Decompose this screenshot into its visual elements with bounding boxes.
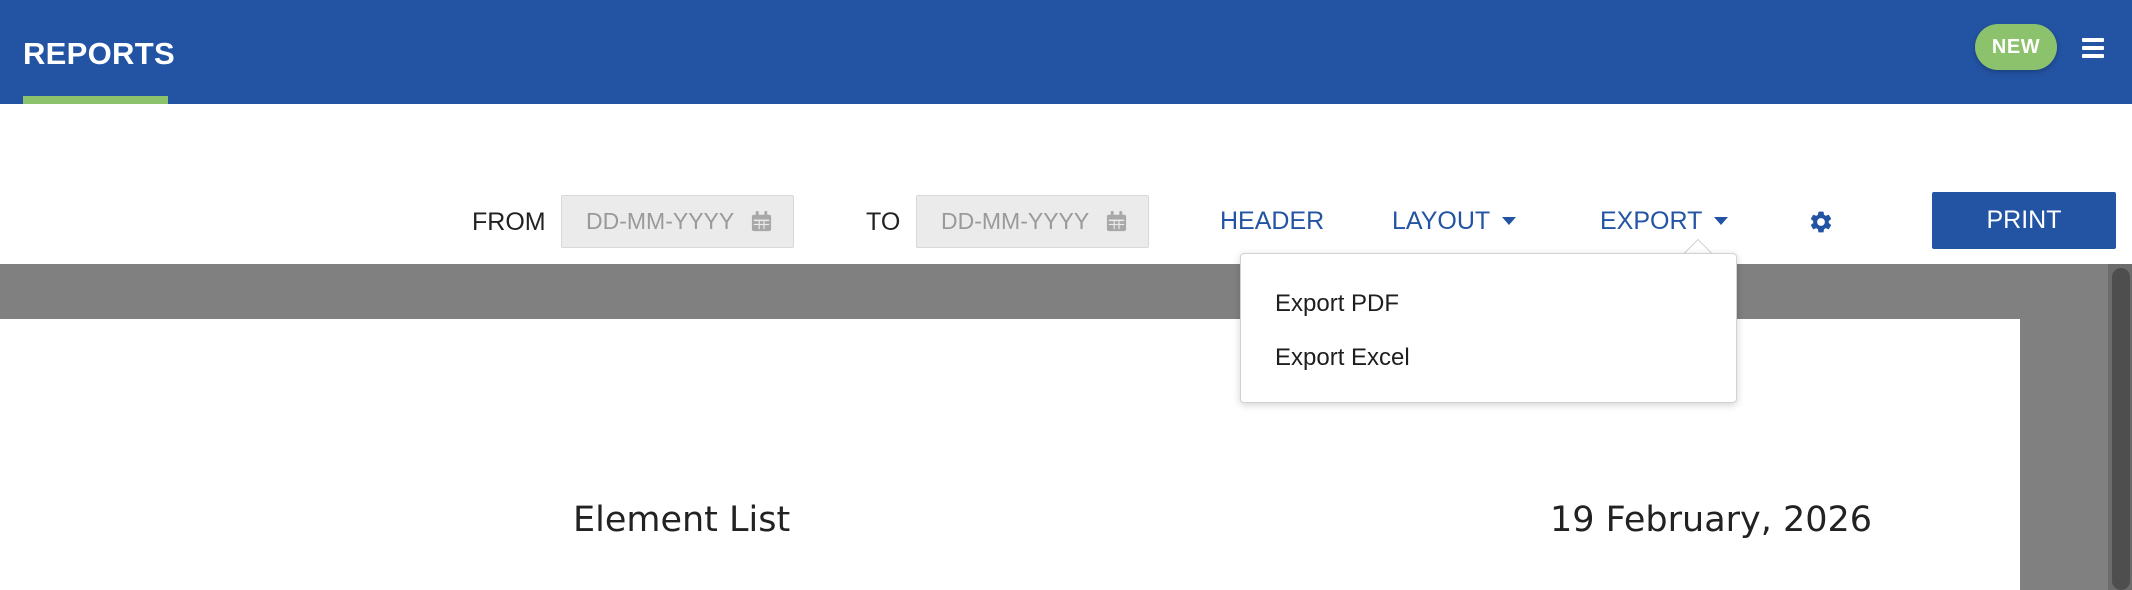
export-menu: Export PDF Export Excel — [1240, 253, 1737, 403]
chevron-down-icon — [1502, 216, 1517, 225]
header-link-label: HEADER — [1220, 207, 1325, 235]
scrollbar-thumb[interactable] — [2112, 268, 2130, 590]
to-date-field[interactable] — [916, 195, 1149, 248]
layout-dropdown[interactable]: LAYOUT — [1392, 207, 1517, 236]
from-date-field[interactable] — [561, 195, 794, 248]
hamburger-menu-icon[interactable] — [2082, 37, 2104, 59]
document-title: Element List — [573, 500, 791, 540]
to-label: TO — [866, 208, 901, 236]
from-date-input[interactable] — [562, 196, 742, 247]
export-dropdown-label: EXPORT — [1600, 207, 1703, 235]
calendar-icon[interactable] — [1105, 210, 1128, 233]
export-pdf-item[interactable]: Export PDF — [1275, 290, 1399, 318]
menu-line — [2082, 38, 2104, 42]
top-bar: REPORTS NEW — [0, 0, 2132, 104]
print-button[interactable]: PRINT — [1932, 192, 2116, 249]
document-date: 19 February, 2026 — [1550, 500, 1873, 540]
export-dropdown[interactable]: EXPORT — [1600, 207, 1729, 236]
calendar-icon[interactable] — [750, 210, 773, 233]
new-badge[interactable]: NEW — [1975, 24, 2057, 70]
to-date-input[interactable] — [917, 196, 1097, 247]
app-title[interactable]: REPORTS — [23, 36, 175, 72]
header-link[interactable]: HEADER — [1220, 207, 1324, 236]
layout-dropdown-label: LAYOUT — [1392, 207, 1491, 235]
gear-icon[interactable] — [1808, 209, 1834, 235]
menu-line — [2082, 54, 2104, 58]
from-label: FROM — [472, 208, 546, 236]
export-excel-item[interactable]: Export Excel — [1275, 344, 1410, 372]
menu-line — [2082, 46, 2104, 50]
active-tab-indicator — [23, 96, 168, 104]
chevron-down-icon — [1714, 216, 1729, 225]
